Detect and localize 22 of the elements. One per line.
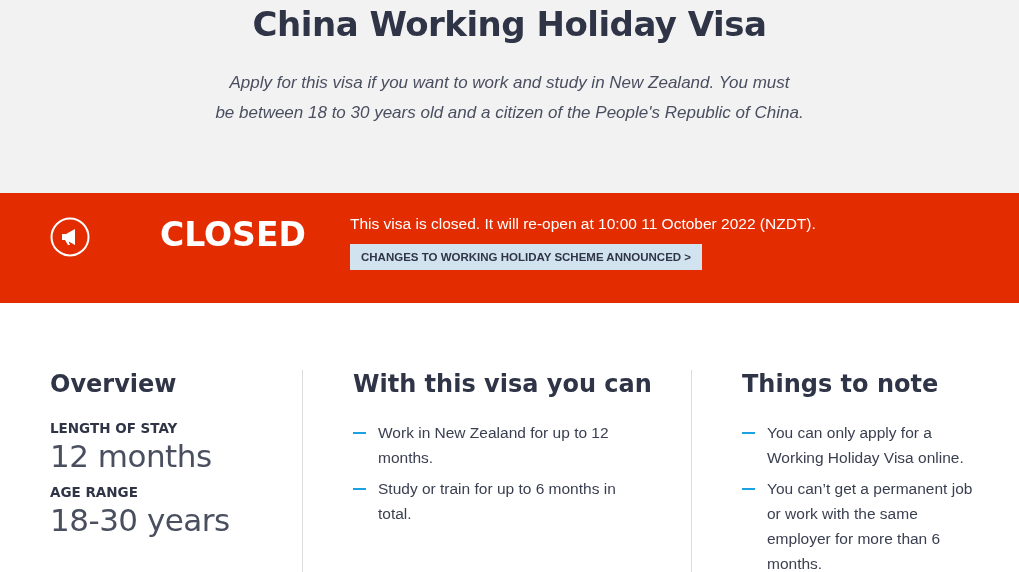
megaphone-icon [50,217,90,257]
section-title: Things to note [742,370,940,398]
fact-value: 12 months [50,438,213,474]
status-text: CLOSED [160,215,307,254]
description-text: be between 18 to 30 years old and a citizen of the People's Republic of China. [215,102,804,124]
announcement-link[interactable]: CHANGES TO WORKING HOLIDAY SCHEME ANNOUNCED > [350,244,703,270]
description-text: Apply for this visa if you want to work and study in New Zealand. You must [229,72,790,94]
section-title: With this visa you can [353,370,653,398]
fact-label: AGE RANGE [50,484,139,500]
fact-label: LENGTH OF STAY [50,420,179,436]
fact-value: 18-30 years [50,502,231,538]
dash-icon [353,488,366,490]
dash-icon [742,432,755,434]
dash-icon [742,488,755,490]
page-title: China Working Holiday Visa [252,4,767,44]
list-item: You can’t get a permanent job or work with the same employer for more than 6 months. [767,479,974,572]
list-item: Study or train for up to 6 months in total. [378,479,617,524]
list-item: You can only apply for a Working Holiday Visa online. [767,423,965,468]
list-item: Work in New Zealand for up to 12 months. [378,423,610,468]
dash-icon [353,432,366,434]
status-message: This visa is closed. It will re-open at 10:00 11 October 2022 (NZDT). [350,215,816,233]
section-title: Overview [50,370,178,398]
